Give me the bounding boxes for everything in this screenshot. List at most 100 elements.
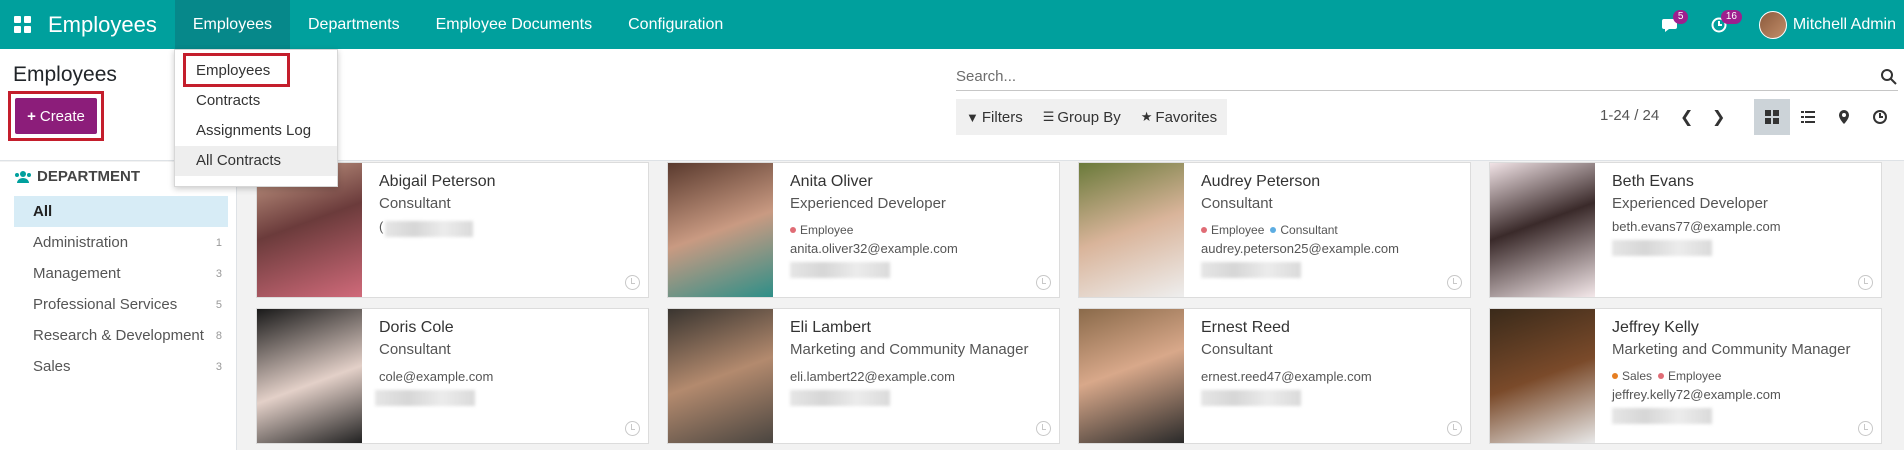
user-avatar — [1758, 10, 1787, 39]
employee-name: Ernest Reed — [1201, 319, 1290, 336]
tag-sales: Sales — [1612, 369, 1652, 383]
chevron-left-icon[interactable]: ❮ — [1680, 107, 1693, 127]
employee-card[interactable]: Beth Evans Experienced Developer beth.ev… — [1489, 162, 1882, 298]
employee-email: jeffrey.kelly72@example.com — [1612, 387, 1781, 402]
employee-name: Doris Cole — [379, 319, 454, 336]
department-item-professional-services[interactable]: Professional Services 5 — [14, 289, 228, 320]
clock-icon[interactable] — [1858, 275, 1873, 290]
department-label: Sales — [33, 358, 71, 375]
department-item-sales[interactable]: Sales 3 — [14, 351, 228, 382]
department-item-management[interactable]: Management 3 — [14, 258, 228, 289]
employee-name: Anita Oliver — [790, 173, 873, 190]
employee-job: Experienced Developer — [1612, 195, 1768, 212]
employee-card[interactable]: Doris Cole Consultant cole@example.com — [256, 308, 649, 444]
employee-card[interactable]: Jeffrey Kelly Marketing and Community Ma… — [1489, 308, 1882, 444]
page-title: Employees — [13, 63, 117, 86]
clock-icon[interactable] — [1036, 275, 1051, 290]
clock-icon[interactable] — [1036, 421, 1051, 436]
employee-email: anita.oliver32@example.com — [790, 241, 958, 256]
tag-employee: Employee — [1658, 369, 1721, 383]
messages-badge: 5 — [1672, 10, 1689, 24]
department-count: 3 — [215, 360, 222, 373]
department-count: 8 — [215, 329, 222, 342]
employee-card[interactable]: Eli Lambert Marketing and Community Mana… — [667, 308, 1060, 444]
clock-icon[interactable] — [625, 275, 640, 290]
employee-card[interactable]: Audrey Peterson Consultant Employee Cons… — [1078, 162, 1471, 298]
employee-tags: Sales Employee — [1612, 365, 1872, 387]
bars-icon: ☰ — [1042, 109, 1055, 124]
star-icon: ★ — [1140, 109, 1153, 124]
department-count: 5 — [215, 298, 222, 311]
employee-photo — [1079, 163, 1184, 297]
dropdown-item-assignments-log[interactable]: Assignments Log — [175, 116, 337, 146]
kanban-view-icon[interactable] — [1754, 99, 1790, 135]
activity-clock-icon[interactable]: 16 — [1695, 0, 1743, 49]
employee-job: Consultant — [379, 195, 451, 212]
menu-employees[interactable]: Employees — [174, 0, 290, 49]
employee-tags: Employee Consultant — [1201, 219, 1461, 241]
department-label: All — [33, 203, 53, 220]
employee-job: Marketing and Community Manager — [1612, 341, 1851, 358]
app-brand[interactable]: Employees — [44, 0, 175, 49]
department-header-label: DEPARTMENT — [37, 168, 141, 185]
tag-employee: Employee — [790, 223, 853, 237]
department-item-research-development[interactable]: Research & Development 8 — [14, 320, 228, 351]
search-options: ▼ Filters ☰ Group By ★ Favorites — [956, 99, 1228, 135]
favorites-button[interactable]: ★ Favorites — [1131, 109, 1227, 126]
department-header: DEPARTMENT — [14, 168, 140, 185]
department-label: Research & Development — [33, 327, 204, 344]
employee-name: Abigail Peterson — [379, 173, 496, 190]
create-button[interactable]: + Create — [15, 98, 97, 134]
redacted-phone — [790, 262, 890, 278]
messages-icon[interactable]: 5 — [1647, 0, 1695, 49]
pager-value[interactable]: 1-24 / 24 — [1600, 107, 1659, 124]
clock-icon[interactable] — [1447, 421, 1462, 436]
employee-job: Experienced Developer — [790, 195, 946, 212]
employee-email: beth.evans77@example.com — [1612, 219, 1781, 234]
filter-icon: ▼ — [966, 109, 979, 125]
search-bar — [956, 63, 1898, 91]
department-item-administration[interactable]: Administration 1 — [14, 227, 228, 258]
department-list: All Administration 1 Management 3 Profes… — [14, 196, 228, 382]
search-input[interactable] — [956, 68, 1880, 85]
apps-menu-icon[interactable] — [0, 0, 44, 49]
map-marker-icon[interactable] — [1826, 99, 1862, 135]
clock-icon[interactable] — [625, 421, 640, 436]
employee-email: ernest.reed47@example.com — [1201, 369, 1372, 384]
employee-kanban: Abigail Peterson Consultant ( Anita Oliv… — [238, 162, 1904, 450]
activity-view-icon[interactable] — [1862, 99, 1898, 135]
menu-employee-documents[interactable]: Employee Documents — [418, 0, 611, 49]
create-label: Create — [39, 107, 85, 125]
chevron-right-icon[interactable]: ❯ — [1712, 107, 1725, 127]
employee-job: Consultant — [379, 341, 451, 358]
employee-photo — [1490, 163, 1595, 297]
view-switcher — [1754, 99, 1898, 135]
create-button-highlight: + Create — [8, 91, 104, 141]
employee-card[interactable]: Anita Oliver Experienced Developer Emplo… — [667, 162, 1060, 298]
redacted-phone — [1612, 408, 1712, 424]
filters-button[interactable]: ▼ Filters — [956, 109, 1033, 126]
plus-icon: + — [27, 107, 36, 125]
department-item-all[interactable]: All — [14, 196, 228, 227]
dropdown-item-all-contracts[interactable]: All Contracts — [175, 146, 337, 176]
redacted-phone — [375, 390, 475, 406]
redacted-phone — [790, 390, 890, 406]
menu-departments[interactable]: Departments — [290, 0, 418, 49]
list-view-icon[interactable] — [1790, 99, 1826, 135]
employee-photo — [1490, 309, 1595, 443]
employee-email: audrey.peterson25@example.com — [1201, 241, 1399, 256]
menu-configuration[interactable]: Configuration — [610, 0, 741, 49]
filters-label: Filters — [981, 108, 1023, 126]
dropdown-item-contracts[interactable]: Contracts — [175, 86, 337, 116]
group-by-button[interactable]: ☰ Group By — [1033, 109, 1131, 126]
user-menu[interactable]: Mitchell Admin — [1743, 10, 1904, 39]
employee-card[interactable]: Ernest Reed Consultant ernest.reed47@exa… — [1078, 308, 1471, 444]
redacted-phone — [1201, 262, 1301, 278]
employee-email: eli.lambert22@example.com — [790, 369, 955, 384]
activity-badge: 16 — [1720, 10, 1742, 24]
search-icon[interactable] — [1880, 68, 1898, 86]
tag-consultant: Consultant — [1270, 223, 1338, 237]
clock-icon[interactable] — [1447, 275, 1462, 290]
redacted-phone — [1612, 240, 1712, 256]
clock-icon[interactable] — [1858, 421, 1873, 436]
